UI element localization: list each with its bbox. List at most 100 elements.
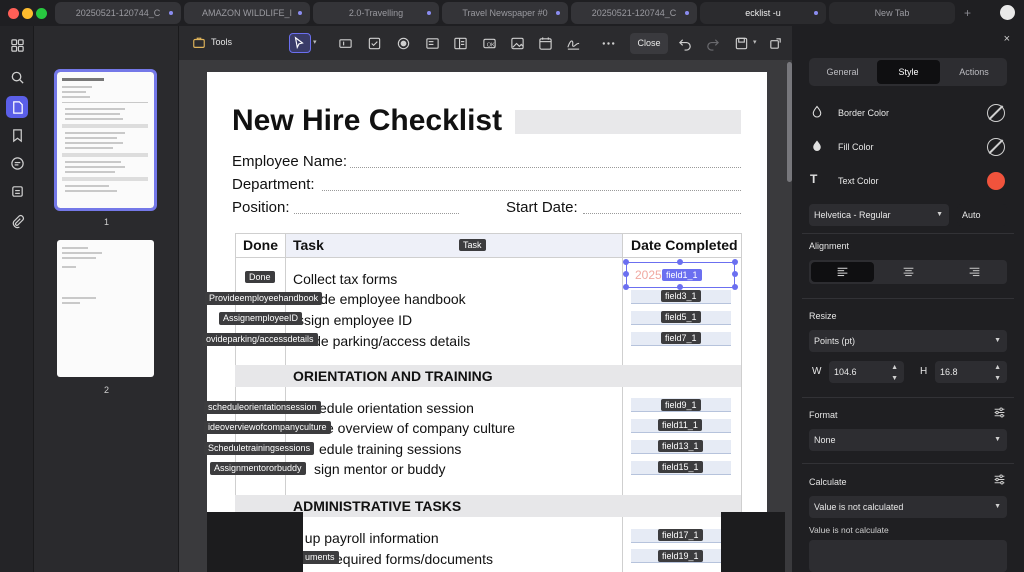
- date-field-tag[interactable]: field7_1: [661, 332, 701, 344]
- units-select[interactable]: Points (pt) ▼: [809, 330, 1007, 352]
- more-options-icon[interactable]: [600, 35, 616, 51]
- tools-label[interactable]: Tools: [211, 37, 232, 47]
- tab-document-5[interactable]: 20250521-120744_C: [571, 2, 697, 24]
- form-field-tag[interactable]: ovideparking/accessdetails: [202, 333, 318, 346]
- calculate-textarea[interactable]: [809, 540, 1007, 572]
- text-field-icon[interactable]: [337, 35, 353, 51]
- date-field-tag[interactable]: field17_1: [658, 529, 703, 541]
- stepper-icon[interactable]: ▲ ▼: [994, 362, 1001, 384]
- checkbox-icon[interactable]: [366, 35, 382, 51]
- date-field-tag[interactable]: field13_1: [658, 440, 703, 452]
- date-field-tag[interactable]: field1_1: [662, 269, 702, 281]
- task-row: Collect tax forms: [293, 271, 398, 287]
- resize-handle[interactable]: [623, 284, 629, 290]
- radio-button-icon[interactable]: [395, 35, 411, 51]
- document-title: New Hire Checklist: [232, 104, 503, 137]
- form-field-tag[interactable]: uments: [301, 551, 339, 564]
- done-field-tag[interactable]: Done: [245, 271, 275, 283]
- minimize-window-icon[interactable]: [22, 8, 33, 19]
- grid-icon[interactable]: [8, 36, 26, 54]
- form-field-tag[interactable]: Assignmentororbuddy: [210, 462, 306, 475]
- button-field-icon[interactable]: OK: [481, 35, 497, 51]
- comment-icon[interactable]: [8, 154, 26, 172]
- form-field-tag[interactable]: Scheduletrainingsessions: [204, 442, 315, 455]
- search-icon[interactable]: [8, 68, 26, 86]
- close-icon[interactable]: ×: [1004, 33, 1010, 45]
- form-field-tag[interactable]: ideoverviewofcompanyculture: [204, 421, 331, 434]
- add-tab-icon[interactable]: +: [964, 6, 971, 20]
- date-field-tag[interactable]: field19_1: [658, 550, 703, 562]
- attachment-icon[interactable]: [8, 212, 26, 230]
- tools-extra-icon[interactable]: [767, 35, 783, 51]
- properties-panel: × General Style Actions Border Color Fil…: [792, 26, 1024, 572]
- task-field-tag[interactable]: Task: [459, 239, 486, 251]
- align-center-button[interactable]: [877, 262, 940, 282]
- table-divider-date: [622, 233, 623, 572]
- alignment-label: Alignment: [809, 241, 850, 251]
- date-field-tag[interactable]: field9_1: [661, 399, 701, 411]
- date-field-tag[interactable]: field3_1: [661, 290, 701, 302]
- list-box-icon[interactable]: [452, 35, 468, 51]
- tab-document-2[interactable]: AMAZON WILDLIFE_I: [184, 2, 310, 24]
- form-field-tag[interactable]: Provideemployeehandbook: [205, 292, 323, 305]
- page-thumbnail-2[interactable]: [57, 240, 154, 377]
- tab-document-3[interactable]: 2.0-Travelling: [313, 2, 439, 24]
- fill-color-swatch[interactable]: [987, 138, 1005, 156]
- date-field-tag[interactable]: field11_1: [658, 419, 702, 431]
- layers-icon[interactable]: [8, 182, 26, 200]
- font-size-select[interactable]: Auto: [957, 204, 1007, 226]
- font-family-select[interactable]: Helvetica - Regular ▼: [809, 204, 949, 226]
- select-cursor-button[interactable]: [289, 33, 311, 53]
- tab-document-4[interactable]: Travel Newspaper #0: [442, 2, 568, 24]
- close-button[interactable]: Close: [630, 33, 668, 54]
- align-left-button[interactable]: [811, 262, 874, 282]
- left-tool-rail: [0, 26, 34, 572]
- resize-handle[interactable]: [623, 259, 629, 265]
- date-field-icon[interactable]: [537, 35, 553, 51]
- tab-document-1[interactable]: 20250521-120744_C: [55, 2, 181, 24]
- bookmark-icon[interactable]: [8, 126, 26, 144]
- form-field-tag[interactable]: scheduleorientationsession: [204, 401, 321, 414]
- format-select[interactable]: None ▼: [809, 429, 1007, 451]
- date-field-tag[interactable]: field15_1: [658, 461, 703, 473]
- redo-icon[interactable]: [704, 35, 720, 51]
- height-input[interactable]: 16.8 ▲ ▼: [935, 361, 1007, 383]
- avatar[interactable]: [1000, 5, 1015, 20]
- height-value: 16.8: [940, 367, 958, 377]
- sliders-icon[interactable]: [993, 406, 1006, 419]
- calculate-select[interactable]: Value is not calculated ▼: [809, 496, 1007, 518]
- close-window-icon[interactable]: [8, 8, 19, 19]
- stepper-icon[interactable]: ▲ ▼: [891, 362, 898, 384]
- chevron-down-icon[interactable]: ▾: [753, 38, 757, 46]
- signature-icon[interactable]: [565, 35, 581, 51]
- resize-handle[interactable]: [732, 284, 738, 290]
- page-thumbnail-1[interactable]: [54, 69, 157, 211]
- resize-handle[interactable]: [732, 271, 738, 277]
- undo-icon[interactable]: [677, 35, 693, 51]
- chevron-down-icon: ▼: [994, 337, 1001, 344]
- resize-handle[interactable]: [732, 259, 738, 265]
- tab-style[interactable]: Style: [877, 60, 940, 84]
- width-input[interactable]: 104.6 ▲ ▼: [829, 361, 904, 383]
- maximize-window-icon[interactable]: [36, 8, 47, 19]
- pages-icon[interactable]: [6, 96, 28, 118]
- tab-active-document[interactable]: ecklist -u: [700, 2, 826, 24]
- tab-general[interactable]: General: [811, 60, 874, 84]
- align-right-button[interactable]: [943, 262, 1006, 282]
- sliders-icon[interactable]: [993, 473, 1006, 486]
- form-field-tag[interactable]: AssignemployeeID: [219, 312, 303, 325]
- tab-new[interactable]: New Tab: [829, 2, 955, 24]
- tab-actions[interactable]: Actions: [943, 60, 1005, 84]
- thumbnail-panel: 1 2: [34, 26, 179, 572]
- save-icon[interactable]: [733, 35, 749, 51]
- image-field-icon[interactable]: [509, 35, 525, 51]
- resize-handle[interactable]: [677, 259, 683, 265]
- border-color-swatch[interactable]: [987, 104, 1005, 122]
- text-color-swatch[interactable]: [987, 172, 1005, 190]
- tab-label: Travel Newspaper #0: [462, 8, 548, 18]
- combo-box-icon[interactable]: [424, 35, 440, 51]
- table-header-bottom: [235, 257, 741, 258]
- resize-handle[interactable]: [623, 271, 629, 277]
- chevron-down-icon[interactable]: ▾: [313, 38, 317, 46]
- date-field-tag[interactable]: field5_1: [661, 311, 701, 323]
